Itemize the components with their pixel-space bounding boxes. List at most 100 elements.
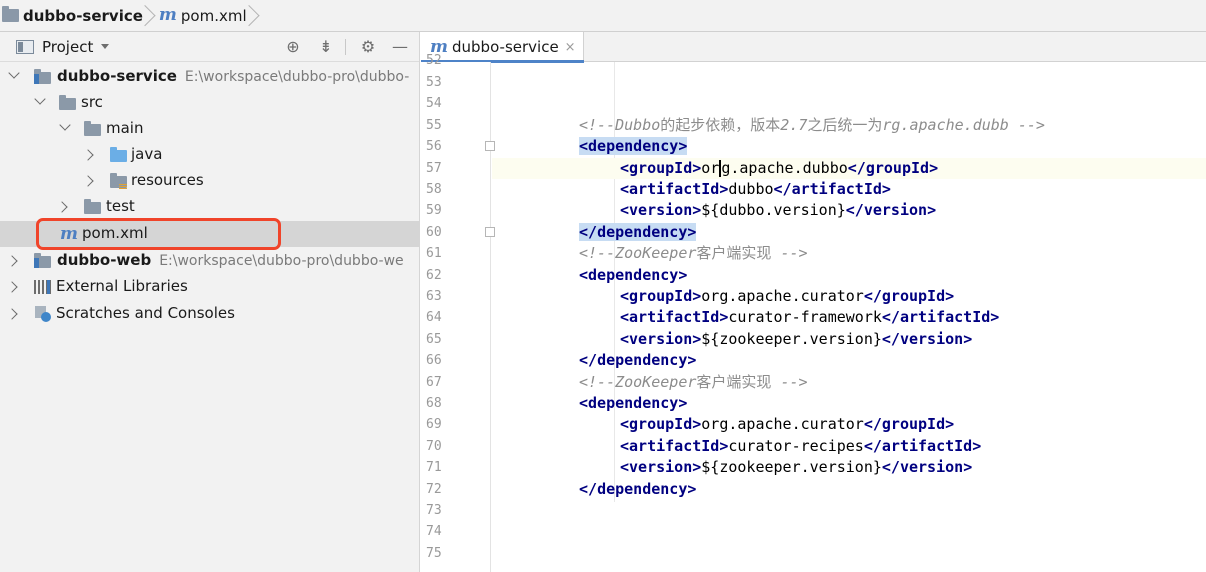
- expand-arrow-icon[interactable]: [56, 201, 68, 213]
- line-number: 56: [426, 139, 442, 155]
- code-line[interactable]: [492, 72, 1206, 93]
- project-view-selector[interactable]: Project: [16, 37, 110, 56]
- tree-item-scratches[interactable]: Scratches and Consoles: [0, 301, 420, 327]
- expand-arrow-icon[interactable]: [6, 308, 18, 320]
- code-line[interactable]: <artifactId>dubbo</artifactId>: [492, 179, 1206, 200]
- editor-tab-bar: m dubbo-service ×: [421, 32, 1206, 63]
- code-line[interactable]: <!--Dubbo的起步依赖，版本2.7之后统一为rg.apache.dubb …: [492, 115, 1206, 136]
- project-panel: Project ⊕ ⇟ ⚙ — dubbo-service E:\workspac…: [0, 32, 420, 572]
- project-icon: [16, 39, 34, 54]
- tree-item-resources[interactable]: resources: [0, 168, 420, 194]
- expand-arrow-icon[interactable]: [82, 149, 94, 161]
- line-number: 75: [426, 545, 442, 561]
- code-area[interactable]: <!--Dubbo的起步依赖，版本2.7之后统一为rg.apache.dubb …: [492, 62, 1206, 572]
- module-path: E:\workspace\dubbo-pro\dubbo-: [184, 69, 410, 85]
- expand-arrow-icon[interactable]: [6, 255, 18, 267]
- tree-item-main[interactable]: main: [0, 116, 420, 142]
- expand-arrow-icon[interactable]: [34, 93, 46, 105]
- code-line[interactable]: <dependency>: [492, 136, 1206, 157]
- code-line[interactable]: <dependency>: [492, 265, 1206, 286]
- minimize-icon[interactable]: —: [391, 38, 409, 56]
- code-line[interactable]: <!--ZooKeeper客户端实现 -->: [492, 243, 1206, 264]
- code-line[interactable]: [492, 543, 1206, 564]
- line-number: 61: [426, 246, 442, 262]
- line-number: 58: [426, 182, 442, 197]
- code-line-text: </dependency>: [579, 351, 697, 370]
- breadcrumb-file-label: pom.xml: [180, 6, 247, 25]
- code-line-text: <groupId>org.apache.curator</groupId>: [620, 287, 955, 305]
- code-line[interactable]: <groupId>org.apache.curator</groupId>: [492, 286, 1206, 307]
- tree-item-src[interactable]: src: [0, 90, 420, 116]
- collapse-icon[interactable]: ⇟: [317, 38, 335, 56]
- line-number: 67: [426, 374, 442, 390]
- line-number: 71: [426, 460, 442, 476]
- tree-item-label: java: [131, 145, 163, 163]
- line-number: 52: [426, 53, 442, 68]
- breadcrumb-project[interactable]: dubbo-service: [2, 0, 143, 32]
- editor-panel: m dubbo-service × 52 53 54 55 56 57 58 59 60 61 6…: [421, 32, 1206, 572]
- code-line[interactable]: <!--ZooKeeper客户端实现 -->: [492, 372, 1206, 393]
- code-line[interactable]: [492, 93, 1206, 114]
- tree-item-name: dubbo-service: [57, 67, 177, 85]
- tree-item-external-libraries[interactable]: External Libraries: [0, 274, 420, 300]
- expand-arrow-icon[interactable]: [82, 175, 94, 187]
- line-number: 72: [426, 481, 442, 497]
- code-line[interactable]: <groupId>org.apache.curator</groupId>: [492, 414, 1206, 435]
- code-line[interactable]: </dependency>: [492, 222, 1206, 243]
- code-line[interactable]: <version>${zookeeper.version}</version>: [492, 329, 1206, 350]
- line-number: 73: [426, 503, 442, 518]
- crosshair-icon[interactable]: ⊕: [284, 38, 302, 56]
- expand-arrow-icon[interactable]: [59, 119, 71, 131]
- code-line[interactable]: <version>${zookeeper.version}</version>: [492, 457, 1206, 478]
- expand-arrow-icon[interactable]: [6, 281, 18, 293]
- code-line[interactable]: <dependency>: [492, 393, 1206, 414]
- code-line-text: <!--ZooKeeper客户端实现 -->: [579, 372, 808, 391]
- line-number: 60: [426, 224, 442, 240]
- line-number: 57: [426, 160, 442, 176]
- code-line-text: </dependency>: [579, 222, 697, 241]
- line-number: 59: [426, 203, 442, 219]
- folder-icon: [59, 95, 76, 110]
- tree-item-label: resources: [131, 171, 204, 189]
- line-number: 54: [426, 96, 442, 112]
- libraries-icon: [34, 280, 51, 294]
- module-folder-icon: [34, 69, 51, 84]
- close-icon[interactable]: ×: [565, 40, 576, 55]
- tree-item-dubbo-web[interactable]: dubbo-web E:\workspace\dubbo-pro\dubbo-we: [0, 248, 420, 274]
- code-line-text: <dependency>: [579, 394, 688, 412]
- code-line-text: <groupId>org.apache.curator</groupId>: [620, 415, 955, 434]
- line-number: 70: [426, 438, 442, 454]
- source-folder-icon: [110, 147, 127, 162]
- expand-arrow-icon[interactable]: [8, 67, 20, 79]
- line-number: 62: [426, 267, 442, 283]
- folder-icon: [84, 121, 101, 136]
- code-line[interactable]: [492, 521, 1206, 542]
- toolbar-divider: [345, 39, 346, 55]
- code-line[interactable]: <groupId>or g.apache.dubbo</groupId>: [492, 157, 1206, 179]
- breadcrumb-file[interactable]: m pom.xml: [159, 0, 247, 32]
- line-number-gutter: 52 53 54 55 56 57 58 59 60 61 62 63 64 65 66 67 68 69 70 7…: [421, 53, 495, 572]
- code-line-text: </dependency>: [579, 479, 697, 498]
- code-line[interactable]: <version>${dubbo.version}</version>: [492, 200, 1206, 221]
- code-line-text: <artifactId>curator-recipes</artifactId>: [620, 436, 982, 455]
- project-panel-title: Project: [42, 37, 94, 56]
- navigation-bar: dubbo-service m pom.xml: [0, 0, 1206, 32]
- code-line[interactable]: </dependency>: [492, 479, 1206, 500]
- tree-item-dubbo-service[interactable]: dubbo-service E:\workspace\dubbo-pro\dubb…: [0, 64, 420, 90]
- code-line-text: <!--Dubbo的起步依赖，版本2.7之后统一为rg.apache.dubb …: [579, 115, 1045, 134]
- breadcrumb-separator-icon: [251, 0, 261, 32]
- tree-item-test[interactable]: test: [0, 194, 420, 220]
- tree-item-label: dubbo-service E:\workspace\dubbo-pro\dubb…: [57, 67, 409, 85]
- scratches-icon: [35, 306, 51, 322]
- project-panel-header: Project ⊕ ⇟ ⚙ —: [0, 32, 419, 62]
- gear-icon[interactable]: ⚙: [359, 38, 377, 56]
- code-line[interactable]: <artifactId>curator-framework</artifactI…: [492, 307, 1206, 328]
- tree-item-java[interactable]: java: [0, 142, 420, 168]
- line-number: 74: [426, 524, 442, 540]
- line-number: 68: [426, 396, 442, 411]
- module-folder-icon: [2, 6, 19, 22]
- code-line[interactable]: </dependency>: [492, 350, 1206, 371]
- code-line[interactable]: <artifactId>curator-recipes</artifactId>: [492, 436, 1206, 457]
- code-line[interactable]: [492, 500, 1206, 521]
- line-number: 55: [426, 117, 442, 133]
